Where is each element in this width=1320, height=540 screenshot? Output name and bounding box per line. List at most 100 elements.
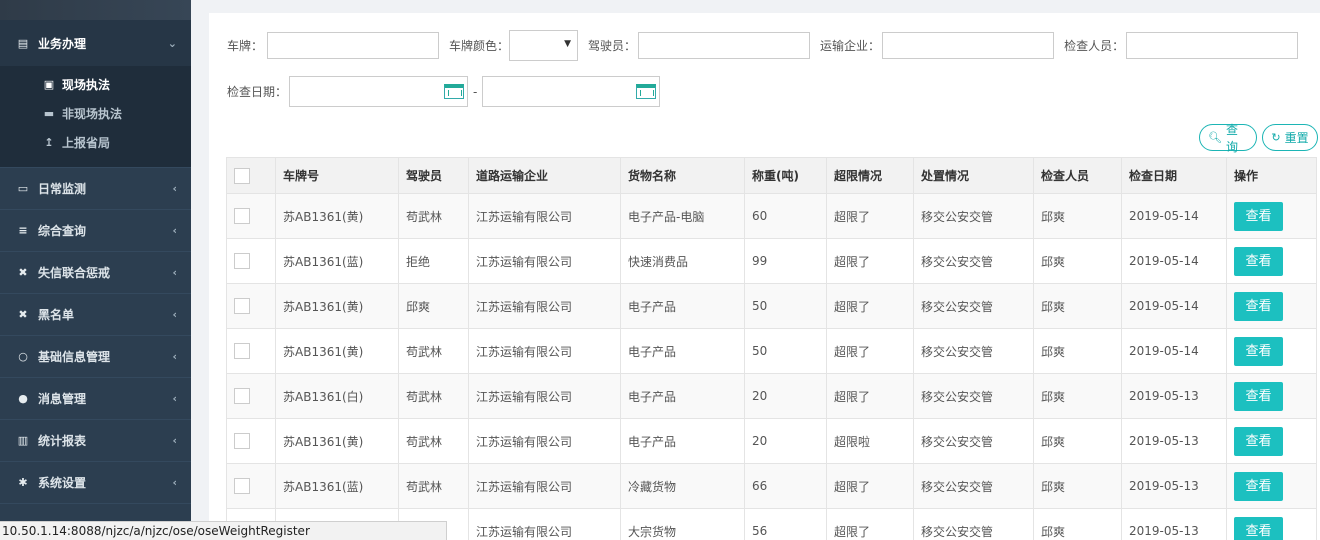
view-button[interactable]: 查看: [1234, 516, 1283, 540]
cell-date: 2019-05-13: [1121, 418, 1227, 464]
cell-inspector: 邱爽: [1033, 328, 1122, 374]
cell-actions: 查看: [1226, 193, 1317, 239]
calendar-icon[interactable]: [444, 84, 465, 99]
row-select-cell[interactable]: [226, 193, 276, 239]
row-checkbox[interactable]: [234, 208, 250, 224]
monitor-icon: ▭: [17, 182, 29, 195]
sidebar-item-offsite[interactable]: ▬ 非现场执法: [0, 99, 191, 128]
cell-cargo: 电子产品-电脑: [620, 193, 745, 239]
menu-settings-label: 系统设置: [38, 476, 87, 490]
cell-inspector: 邱爽: [1033, 193, 1122, 239]
date-end-input[interactable]: [482, 76, 661, 107]
plate-label: 车牌：: [227, 39, 264, 53]
table-row: 苏AB1361(黄) 苟武林 江苏运输有限公司 电子产品-电脑 60 超限了 移交公安交管邱…: [226, 193, 1317, 239]
plate-input[interactable]: [267, 32, 440, 59]
row-checkbox[interactable]: [234, 343, 250, 359]
menu-credit-punish-label: 失信联合惩戒: [38, 266, 111, 280]
menu-blacklist-label: 黑名单: [38, 308, 75, 322]
cell-actions: 查看: [1226, 238, 1317, 284]
cell-date: 2019-05-13: [1121, 508, 1227, 540]
sidebar-item-onsite[interactable]: ▣ 现场执法: [0, 70, 191, 99]
upload-icon: ↥: [44, 136, 54, 149]
view-button[interactable]: 查看: [1234, 426, 1283, 456]
view-button[interactable]: 查看: [1234, 246, 1283, 276]
chevron-left-icon: ‹: [172, 434, 177, 447]
row-select-cell[interactable]: [226, 418, 276, 464]
cell-inspector: 邱爽: [1033, 463, 1122, 509]
menu-query[interactable]: ≡ 综合查询 ‹: [0, 210, 191, 252]
row-checkbox[interactable]: [234, 253, 250, 269]
menu-business[interactable]: ▤ 业务办理 ⌄: [0, 20, 191, 66]
menu-credit-punish[interactable]: ✖ 失信联合惩戒 ‹: [0, 252, 191, 294]
menu-basic-info[interactable]: ○ 基础信息管理 ‹: [0, 336, 191, 378]
main-content: 车牌： 车牌颜色： ▼ 驾驶员： 运输企业： 检查人员： 检查日期： - 🔍︎ …: [191, 0, 1320, 540]
chevron-left-icon: ‹: [172, 350, 177, 363]
cell-inspector: 邱爽: [1033, 238, 1122, 284]
query-button-label: 查询: [1225, 122, 1238, 154]
menu-daily-monitor[interactable]: ▭ 日常监测 ‹: [0, 168, 191, 210]
cell-actions: 查看: [1226, 373, 1317, 419]
row-select-cell[interactable]: [226, 373, 276, 419]
cell-actions: 查看: [1226, 463, 1317, 509]
cell-company: 江苏运输有限公司: [468, 463, 621, 509]
cell-actions: 查看: [1226, 328, 1317, 374]
query-button[interactable]: 🔍︎ 查询: [1199, 123, 1257, 154]
row-checkbox[interactable]: [234, 388, 250, 404]
menu-statistics[interactable]: ▥ 统计报表 ‹: [0, 420, 191, 462]
select-all-checkbox[interactable]: [234, 167, 250, 184]
menu-settings[interactable]: ✱ 系统设置 ‹: [0, 462, 191, 504]
cell-weight: 50: [744, 328, 827, 374]
menu-business-label: 业务办理: [38, 36, 87, 51]
row-checkbox[interactable]: [234, 478, 250, 494]
row-select-cell[interactable]: [226, 238, 276, 284]
cell-driver: 苟武林: [398, 418, 469, 464]
header-disposal: 处置情况: [913, 157, 1034, 194]
cell-driver: 邱爽: [398, 283, 469, 329]
company-input[interactable]: [882, 32, 1055, 59]
header-cargo: 货物名称: [620, 157, 745, 194]
cell-date: 2019-05-14: [1121, 193, 1227, 239]
cell-driver: 苟武林: [398, 328, 469, 374]
driver-input[interactable]: [638, 32, 811, 59]
cell-cargo: 电子产品: [620, 283, 745, 329]
plate-color-select[interactable]: ▼: [509, 30, 579, 61]
menu-messages[interactable]: ● 消息管理 ‹: [0, 378, 191, 420]
header-driver: 驾驶员: [398, 157, 469, 194]
menu-messages-label: 消息管理: [38, 392, 87, 406]
row-select-cell[interactable]: [226, 283, 276, 329]
cell-overload: 超限了: [826, 463, 914, 509]
cell-plate: 苏AB1361(黄): [275, 418, 399, 464]
view-button[interactable]: 查看: [1234, 336, 1283, 366]
header-weight: 称重(吨): [744, 157, 827, 194]
cell-date: 2019-05-13: [1121, 373, 1227, 419]
cell-plate: 苏AB1361(蓝): [275, 463, 399, 509]
company-label: 运输企业：: [820, 39, 881, 53]
cell-disposal: 移交公安交管: [913, 508, 1034, 540]
row-checkbox[interactable]: [234, 433, 250, 449]
view-button[interactable]: 查看: [1234, 291, 1283, 321]
cell-cargo: 电子产品: [620, 418, 745, 464]
bar-chart-icon: ▥: [17, 434, 29, 447]
row-select-cell[interactable]: [226, 463, 276, 509]
row-checkbox[interactable]: [234, 298, 250, 314]
view-button[interactable]: 查看: [1234, 471, 1283, 501]
calendar-icon[interactable]: [636, 84, 657, 99]
sidebar-item-report[interactable]: ↥ 上报省局: [0, 128, 191, 157]
row-select-cell[interactable]: [226, 328, 276, 374]
menu-daily-monitor-label: 日常监测: [38, 182, 87, 196]
menu-blacklist[interactable]: ✖ 黑名单 ‹: [0, 294, 191, 336]
cell-driver: 苟武林: [398, 373, 469, 419]
cell-driver: 苟武林: [398, 193, 469, 239]
view-button[interactable]: 查看: [1234, 381, 1283, 411]
cell-company: 江苏运输有限公司: [468, 328, 621, 374]
header-select-all[interactable]: [226, 157, 276, 194]
date-start-input[interactable]: [289, 76, 469, 107]
times-icon: ✖: [18, 266, 28, 279]
cell-disposal: 移交公安交管: [913, 193, 1034, 239]
inspector-input[interactable]: [1126, 32, 1299, 59]
view-button[interactable]: 查看: [1234, 201, 1283, 231]
header-plate: 车牌号: [275, 157, 399, 194]
reset-button[interactable]: ↻ 重置: [1262, 124, 1318, 151]
table-header-row: 车牌号 驾驶员 道路运输企业 货物名称 称重(吨) 超限情况 处置情况 检查人员…: [226, 157, 1317, 194]
menu-statistics-label: 统计报表: [38, 434, 87, 448]
